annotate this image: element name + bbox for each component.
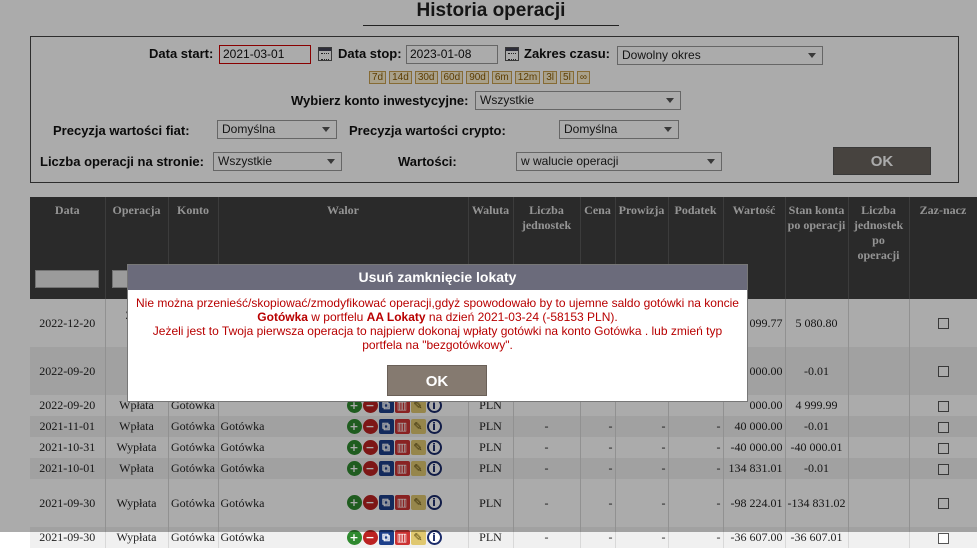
asset-name[interactable]: Gotówka <box>221 530 265 544</box>
modal-line-3: Jeżeli jest to Twoja pierwsza operacja t… <box>152 324 723 352</box>
modal-line-2-date: na dzień 2021-03-24 (-58153 PLN). <box>425 310 618 324</box>
modal-message: Nie można przenieść/skopiować/zmodyfikow… <box>128 290 747 352</box>
modal-line-2-text: w portfelu <box>307 310 367 324</box>
modal-ok-button[interactable]: OK <box>387 365 487 396</box>
modal-account-name: Gotówka <box>257 310 308 324</box>
error-modal: Usuń zamknięcie lokaty Nie można przenie… <box>127 264 748 402</box>
modal-portfolio-name: AA Lokaty <box>366 310 426 324</box>
row-checkbox[interactable] <box>937 532 949 544</box>
modal-line-1: Nie można przenieść/skopiować/zmodyfikow… <box>136 296 739 310</box>
modal-title: Usuń zamknięcie lokaty <box>128 265 747 290</box>
